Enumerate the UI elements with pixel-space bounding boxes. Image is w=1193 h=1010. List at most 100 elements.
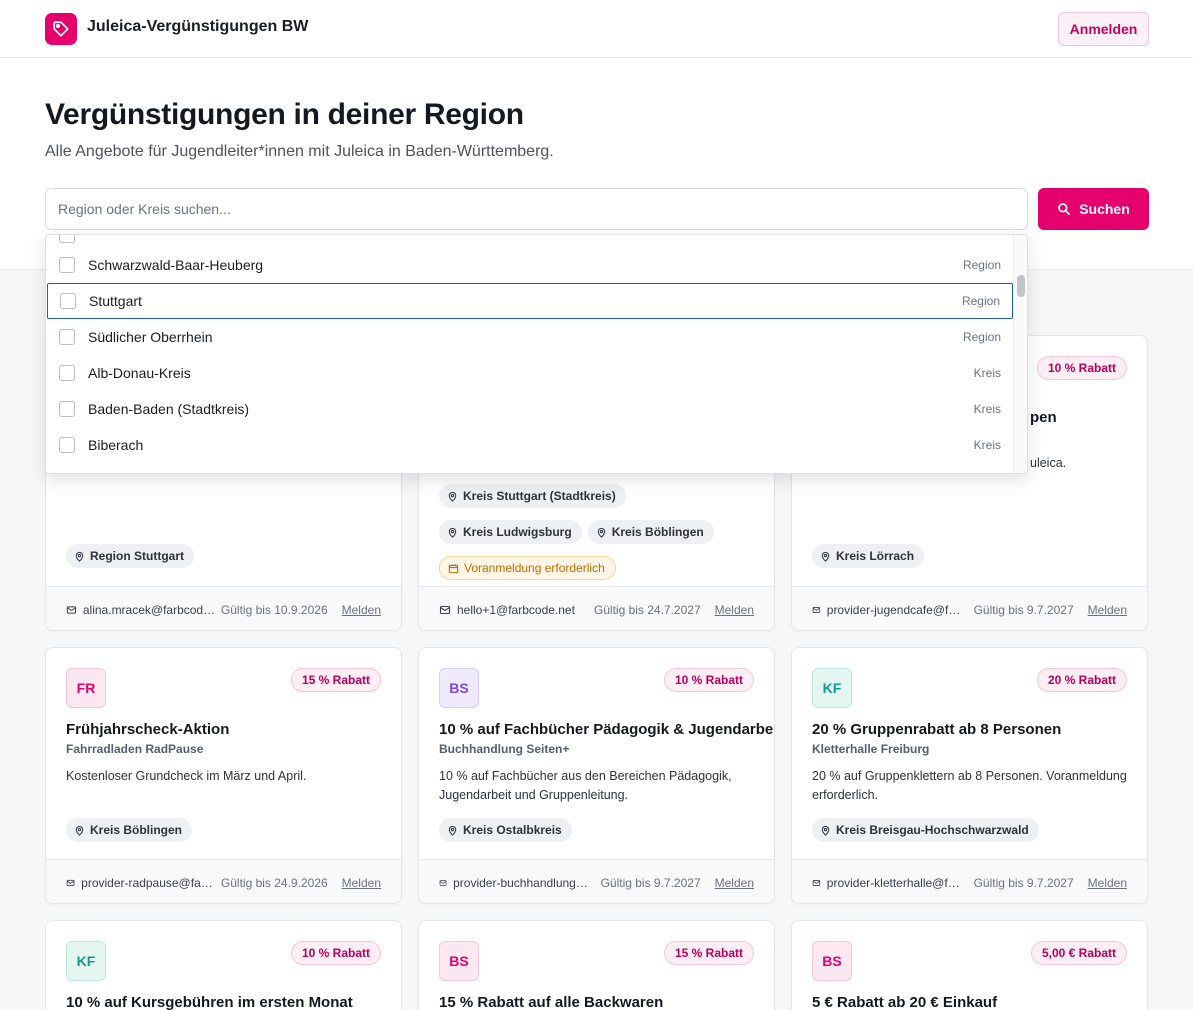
tag-list: Kreis Breisgau-Hochschwarzwald (812, 818, 1132, 842)
tag-list: Kreis Ostalbkreis (439, 818, 759, 842)
dropdown-option-highlighted[interactable]: Stuttgart Region (47, 283, 1013, 319)
card-footer: provider-buchhandlung@farbcode.net Gülti… (419, 859, 774, 903)
tag-label: Kreis Breisgau-Hochschwarzwald (836, 823, 1029, 837)
offer-card[interactable]: BS 5,00 € Rabatt 5 € Rabatt ab 20 € Eink… (791, 920, 1148, 1010)
dropdown-option[interactable]: Schwarzwald-Baar-Heuberg Region (47, 247, 1013, 283)
discount-badge: 20 % Rabatt (1036, 668, 1127, 692)
offer-card[interactable]: KF 10 % Rabatt 10 % auf Kursgebühren im … (45, 920, 402, 1010)
location-pin-icon (821, 825, 830, 836)
option-type: Kreis (973, 366, 1001, 380)
app-title[interactable]: Juleica-Vergünstigungen BW (87, 18, 308, 36)
login-button[interactable]: Anmelden (1058, 12, 1149, 46)
provider-avatar: KF (812, 668, 852, 708)
card-footer: provider-jugendcafe@farbcode.net Gültig … (792, 586, 1147, 630)
contact-email[interactable]: provider-jugendcafe@farbcode.net (812, 603, 962, 617)
offer-title[interactable]: 20 % Gruppenrabatt ab 8 Personen (812, 721, 1061, 738)
search-button[interactable]: Suchen (1038, 188, 1149, 230)
mail-icon (66, 879, 75, 886)
offer-card[interactable]: BS 10 % Rabatt 10 % auf Fachbücher Pädag… (418, 647, 775, 904)
dropdown-option[interactable]: Biberach Kreis (47, 427, 1013, 463)
discount-badge: 5,00 € Rabatt (1030, 941, 1127, 965)
contact-email[interactable]: provider-kletterhalle@farbcode.net (812, 876, 962, 890)
offer-description-partial: uleica. (1030, 456, 1067, 470)
valid-until: Gültig bis 9.7.2027 (600, 875, 701, 890)
email-text: provider-jugendcafe@farbcode.net (826, 602, 962, 617)
region-dropdown[interactable]: Schwarzwald-Baar-Heuberg Region Stuttgar… (45, 234, 1028, 474)
report-link[interactable]: Melden (1088, 876, 1127, 890)
region-tag[interactable]: Kreis Ludwigsburg (439, 520, 582, 544)
tag-label: Region Stuttgart (90, 549, 184, 563)
offer-description: 20 % auf Gruppenklettern ab 8 Personen. … (812, 769, 1127, 802)
dropdown-option[interactable]: Baden-Baden (Stadtkreis) Kreis (47, 391, 1013, 427)
offer-title[interactable]: Frühjahrscheck-Aktion (66, 721, 229, 738)
valid-until: Gültig bis 9.7.2027 (973, 602, 1074, 617)
provider-name: Buchhandlung Seiten+ (439, 742, 570, 756)
region-tag[interactable]: Region Stuttgart (66, 544, 194, 568)
provider-avatar: FR (66, 668, 106, 708)
region-tag[interactable]: Kreis Lörrach (812, 544, 925, 568)
offer-title[interactable]: 5 € Rabatt ab 20 € Einkauf (812, 994, 997, 1010)
report-link[interactable]: Melden (342, 876, 381, 890)
offer-card[interactable]: FR 15 % Rabatt Frühjahrscheck-Aktion Fah… (45, 647, 402, 904)
contact-email[interactable]: provider-radpause@farbcode.net (66, 876, 216, 890)
location-pin-icon (821, 551, 830, 562)
option-checkbox[interactable] (59, 437, 75, 453)
contact-email[interactable]: provider-buchhandlung@farbcode.net (439, 876, 589, 890)
email-text: alina.mracek@farbcode.net (82, 602, 216, 617)
dropdown-scrollbar[interactable] (1013, 235, 1027, 473)
mail-icon (439, 605, 451, 614)
option-checkbox[interactable] (59, 257, 75, 273)
location-pin-icon (448, 491, 457, 502)
location-pin-icon (75, 551, 84, 562)
report-link[interactable]: Melden (342, 603, 381, 617)
region-tag[interactable]: Kreis Breisgau-Hochschwarzwald (812, 818, 1039, 842)
option-checkbox[interactable] (59, 401, 75, 417)
offer-title[interactable]: 15 % Rabatt auf alle Backwaren (439, 994, 663, 1010)
location-pin-icon (448, 527, 457, 538)
option-label: Biberach (88, 437, 144, 453)
contact-email[interactable]: hello+1@farbcode.net (439, 603, 589, 617)
option-checkbox[interactable] (60, 293, 76, 309)
dropdown-option[interactable]: Südlicher Oberrhein Region (47, 319, 1013, 355)
region-tag[interactable]: Kreis Ostalbkreis (439, 818, 572, 842)
tag-label: Kreis Lörrach (836, 549, 915, 563)
option-label: Alb-Donau-Kreis (88, 365, 191, 381)
offer-title[interactable]: 10 % auf Fachbücher Pädagogik & Jugendar… (439, 721, 774, 738)
region-tag[interactable]: Kreis Böblingen (66, 818, 193, 842)
discount-badge: 10 % Rabatt (663, 668, 754, 692)
offer-card[interactable]: BS 15 % Rabatt 15 % Rabatt auf alle Back… (418, 920, 775, 1010)
option-checkbox[interactable] (59, 329, 75, 345)
offer-description: Kostenloser Grundcheck im März und April… (66, 769, 307, 783)
email-text: provider-kletterhalle@farbcode.net (826, 875, 962, 890)
contact-email[interactable]: alina.mracek@farbcode.net (66, 603, 216, 617)
page-title: Vergünstigungen in deiner Region (45, 98, 524, 131)
valid-until: Gültig bis 24.7.2027 (593, 602, 701, 617)
search-icon (1058, 203, 1071, 216)
mail-icon (66, 605, 77, 614)
option-checkbox[interactable] (59, 235, 75, 243)
option-checkbox[interactable] (59, 365, 75, 381)
mail-icon (812, 606, 821, 613)
scrollbar-thumb[interactable] (1017, 275, 1025, 297)
search-button-label: Suchen (1079, 201, 1130, 217)
offer-title[interactable]: 10 % auf Kursgebühren im ersten Monat (66, 994, 353, 1010)
dropdown-option-clipped[interactable] (47, 235, 1013, 243)
option-type: Kreis (973, 402, 1001, 416)
location-pin-icon (448, 825, 457, 836)
tag-list: Region Stuttgart (66, 544, 386, 568)
location-pin-icon (75, 825, 84, 836)
tag-label: Kreis Stuttgart (Stadtkreis) (463, 489, 616, 503)
dropdown-option[interactable]: Alb-Donau-Kreis Kreis (47, 355, 1013, 391)
offer-card[interactable]: KF 20 % Rabatt 20 % Gruppenrabatt ab 8 P… (791, 647, 1148, 904)
region-tag[interactable]: Kreis Stuttgart (Stadtkreis) (439, 484, 626, 508)
report-link[interactable]: Melden (715, 603, 754, 617)
region-search-input[interactable] (45, 188, 1028, 230)
report-link[interactable]: Melden (715, 876, 754, 890)
provider-avatar: BS (439, 941, 479, 981)
discount-badge: 10 % Rabatt (1036, 356, 1127, 380)
discount-badge: 10 % Rabatt (290, 941, 381, 965)
tag-icon[interactable] (45, 13, 77, 45)
offer-description: 10 % auf Fachbücher aus den Bereichen Pä… (439, 769, 732, 802)
region-tag[interactable]: Kreis Böblingen (587, 520, 714, 544)
report-link[interactable]: Melden (1088, 603, 1127, 617)
